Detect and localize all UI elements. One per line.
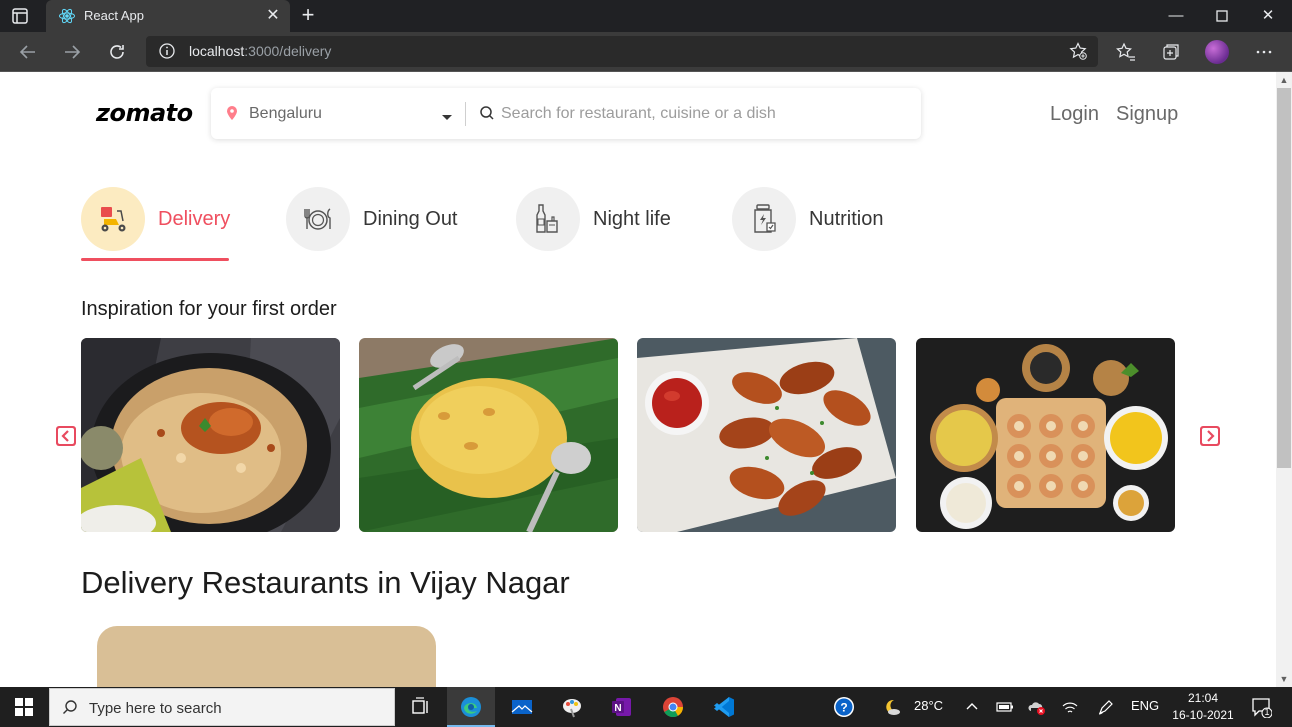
pen-icon[interactable] bbox=[1096, 697, 1116, 717]
zomato-logo[interactable]: zomato bbox=[96, 99, 193, 127]
chevron-up-icon[interactable] bbox=[962, 697, 982, 717]
onedrive-error-icon[interactable] bbox=[1027, 697, 1047, 717]
kesari-bath-image[interactable] bbox=[359, 338, 618, 532]
url-host: localhost bbox=[189, 43, 245, 59]
chevron-left-icon bbox=[58, 428, 74, 444]
more-menu-icon[interactable] bbox=[1253, 41, 1275, 63]
browser-tab[interactable]: React App ✕ bbox=[46, 0, 290, 32]
tab-label: Night life bbox=[593, 208, 671, 230]
language-indicator[interactable]: ENG bbox=[1131, 698, 1159, 713]
svg-text:N: N bbox=[614, 703, 621, 714]
login-link[interactable]: Login bbox=[1050, 103, 1099, 126]
page-viewport: zomato Bengaluru Login Signup bbox=[0, 72, 1276, 687]
supplement-jar-icon bbox=[754, 204, 776, 233]
back-icon[interactable] bbox=[16, 40, 40, 64]
wifi-icon[interactable] bbox=[1060, 697, 1080, 717]
taskbar-clock[interactable]: 21:04 16-10-2021 bbox=[1168, 690, 1238, 724]
biryani-image[interactable] bbox=[81, 338, 340, 532]
edge-icon[interactable] bbox=[447, 687, 495, 727]
tab-actions-icon[interactable] bbox=[10, 6, 30, 26]
dining-icon-circle bbox=[286, 187, 350, 251]
collections-icon[interactable] bbox=[1160, 41, 1182, 63]
browser-toolbar: localhost:3000/delivery bbox=[0, 32, 1292, 72]
task-view-icon[interactable] bbox=[396, 687, 444, 727]
bottles-icon bbox=[536, 204, 558, 233]
battery-icon[interactable] bbox=[995, 697, 1015, 717]
profile-avatar[interactable] bbox=[1205, 40, 1229, 64]
pani-puri-image[interactable] bbox=[916, 338, 1175, 532]
new-tab-icon[interactable]: + bbox=[297, 4, 319, 27]
location-select[interactable]: Bengaluru bbox=[249, 105, 322, 123]
minimize-icon[interactable]: — bbox=[1164, 4, 1188, 28]
nutrition-icon-circle bbox=[732, 187, 796, 251]
tab-dining-out[interactable]: Dining Out bbox=[286, 187, 476, 262]
search-input[interactable] bbox=[501, 98, 901, 129]
scroll-down-icon[interactable]: ▼ bbox=[1278, 673, 1290, 685]
forward-icon[interactable] bbox=[60, 40, 84, 64]
tab-night-life[interactable]: Night life bbox=[516, 187, 691, 262]
close-window-icon[interactable]: ✕ bbox=[1256, 4, 1280, 28]
clock-date: 16-10-2021 bbox=[1172, 708, 1234, 722]
search-icon bbox=[479, 105, 495, 121]
clock-time: 21:04 bbox=[1187, 691, 1219, 705]
chicken-wings-image[interactable] bbox=[637, 338, 896, 532]
react-logo-icon bbox=[58, 7, 76, 25]
night-life-icon-circle bbox=[516, 187, 580, 251]
active-tab-underline bbox=[81, 258, 229, 261]
refresh-icon[interactable] bbox=[105, 40, 129, 64]
address-bar[interactable]: localhost:3000/delivery bbox=[146, 36, 1098, 67]
chevron-right-icon bbox=[1202, 428, 1218, 444]
mail-icon[interactable] bbox=[498, 687, 546, 727]
taskbar-search-placeholder: Type here to search bbox=[89, 700, 222, 717]
chrome-icon[interactable] bbox=[649, 687, 697, 727]
scooter-icon bbox=[101, 207, 126, 232]
notification-count: 1 bbox=[1264, 707, 1270, 717]
weather-moon-icon[interactable] bbox=[882, 697, 902, 717]
tab-title: React App bbox=[84, 8, 144, 23]
search-bar: Bengaluru bbox=[211, 88, 921, 139]
scroll-up-icon[interactable]: ▲ bbox=[1278, 74, 1290, 86]
maximize-icon[interactable] bbox=[1210, 4, 1234, 28]
help-icon[interactable]: ? bbox=[832, 695, 856, 719]
search-divider bbox=[465, 102, 466, 126]
search-icon bbox=[62, 699, 78, 715]
delivery-icon-circle bbox=[81, 187, 145, 251]
signup-link[interactable]: Signup bbox=[1116, 103, 1178, 126]
svg-text:?: ? bbox=[840, 701, 847, 715]
tab-label: Nutrition bbox=[809, 208, 884, 230]
dining-icon bbox=[304, 208, 331, 230]
close-tab-icon[interactable]: ✕ bbox=[264, 7, 282, 25]
url-path: :3000/delivery bbox=[244, 43, 332, 59]
weather-temperature[interactable]: 28°C bbox=[914, 698, 943, 713]
carousel-prev-button[interactable] bbox=[56, 426, 76, 446]
tab-delivery[interactable]: Delivery bbox=[81, 187, 241, 262]
tab-label: Delivery bbox=[158, 208, 231, 230]
paint-icon[interactable] bbox=[548, 687, 596, 727]
url-text: localhost:3000/delivery bbox=[189, 43, 331, 59]
restaurant-card[interactable] bbox=[97, 626, 436, 687]
windows-taskbar: Type here to search N ? 28°C ENG 21:04 1… bbox=[0, 687, 1292, 727]
windows-start-icon[interactable] bbox=[14, 697, 34, 717]
tab-nutrition[interactable]: Nutrition bbox=[732, 187, 902, 262]
location-pin-icon bbox=[225, 105, 239, 121]
inspiration-carousel bbox=[81, 338, 1195, 532]
site-info-icon[interactable] bbox=[158, 42, 176, 60]
inspiration-title: Inspiration for your first order bbox=[81, 298, 337, 320]
taskbar-search-box[interactable]: Type here to search bbox=[49, 688, 395, 726]
scrollbar-thumb[interactable] bbox=[1277, 88, 1291, 468]
restaurants-heading: Delivery Restaurants in Vijay Nagar bbox=[81, 565, 570, 600]
carousel-next-button[interactable] bbox=[1200, 426, 1220, 446]
add-favorite-icon[interactable] bbox=[1068, 41, 1088, 61]
notification-center-icon[interactable]: 1 bbox=[1250, 696, 1273, 719]
onenote-icon[interactable]: N bbox=[598, 687, 646, 727]
tab-label: Dining Out bbox=[363, 208, 458, 230]
chevron-down-icon[interactable] bbox=[441, 109, 453, 120]
vscode-icon[interactable] bbox=[700, 687, 748, 727]
browser-tab-bar: React App ✕ + — ✕ bbox=[0, 0, 1292, 32]
favorites-icon[interactable] bbox=[1115, 41, 1137, 63]
